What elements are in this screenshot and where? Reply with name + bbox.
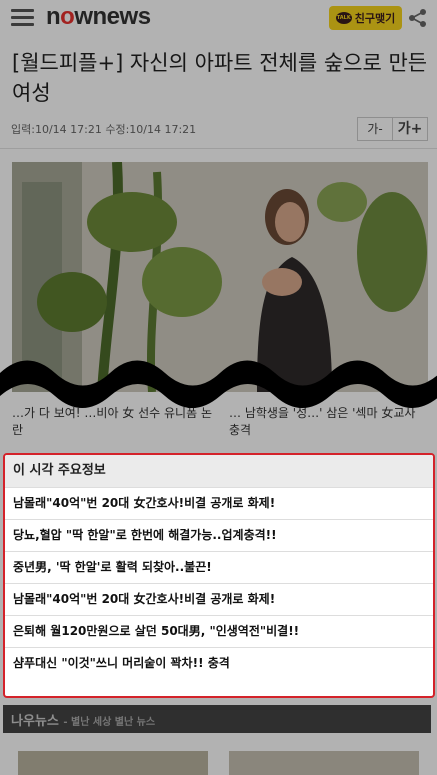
popup-news-link[interactable]: 남몰래"40억"번 20대 女간호사!비결 공개로 화제! <box>5 583 433 615</box>
popup-news-link[interactable]: 은퇴해 월120만원으로 살던 50대男, "인생역전"비결!! <box>5 615 433 647</box>
popup-heading: 이 시각 주요정보 <box>5 455 433 487</box>
top-news-popup: 이 시각 주요정보 남몰래"40억"번 20대 女간호사!비결 공개로 화제! … <box>3 453 435 698</box>
popup-news-link[interactable]: 중년男, '딱 한알'로 활력 되찾아..불끈! <box>5 551 433 583</box>
popup-news-link[interactable]: 샴푸대신 "이것"쓰니 머리숱이 꽉차!! 충격 <box>5 647 433 679</box>
popup-news-link[interactable]: 당뇨,혈압 "딱 한알"로 한번에 해결가능..업계충격!! <box>5 519 433 551</box>
popup-news-link[interactable]: 남몰래"40억"번 20대 女간호사!비결 공개로 화제! <box>5 487 433 519</box>
